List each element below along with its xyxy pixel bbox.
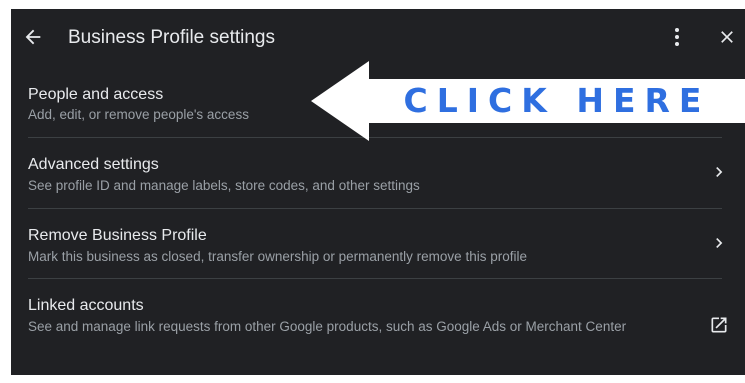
- chevron-right-icon: [709, 162, 729, 182]
- item-title: Advanced settings: [28, 156, 159, 173]
- settings-item-linked-accounts[interactable]: Linked accounts See and manage link requ…: [11, 279, 745, 375]
- item-title: People and access: [28, 86, 164, 103]
- item-description: See profile ID and manage labels, store …: [28, 178, 420, 193]
- more-vert-icon: [675, 28, 679, 46]
- item-description: See and manage link requests from other …: [28, 319, 627, 334]
- chevron-right-icon: [709, 233, 729, 253]
- page-title: Business Profile settings: [68, 27, 275, 48]
- open-in-new-icon: [709, 315, 729, 335]
- settings-item-advanced-settings[interactable]: Advanced settings See profile ID and man…: [11, 138, 745, 208]
- item-title: Linked accounts: [28, 297, 144, 314]
- more-options-button[interactable]: [664, 24, 690, 50]
- close-icon: [721, 31, 733, 43]
- arrow-left-icon: [25, 29, 41, 45]
- back-button[interactable]: [19, 23, 47, 51]
- header-bar: Business Profile settings: [11, 9, 745, 65]
- close-button[interactable]: [714, 24, 740, 50]
- click-here-label: CLICK HERE: [403, 81, 711, 120]
- item-description: Mark this business as closed, transfer o…: [28, 249, 527, 264]
- click-here-callout: CLICK HERE: [311, 61, 745, 141]
- item-title: Remove Business Profile: [28, 227, 207, 244]
- settings-item-remove-business-profile[interactable]: Remove Business Profile Mark this busine…: [11, 209, 745, 279]
